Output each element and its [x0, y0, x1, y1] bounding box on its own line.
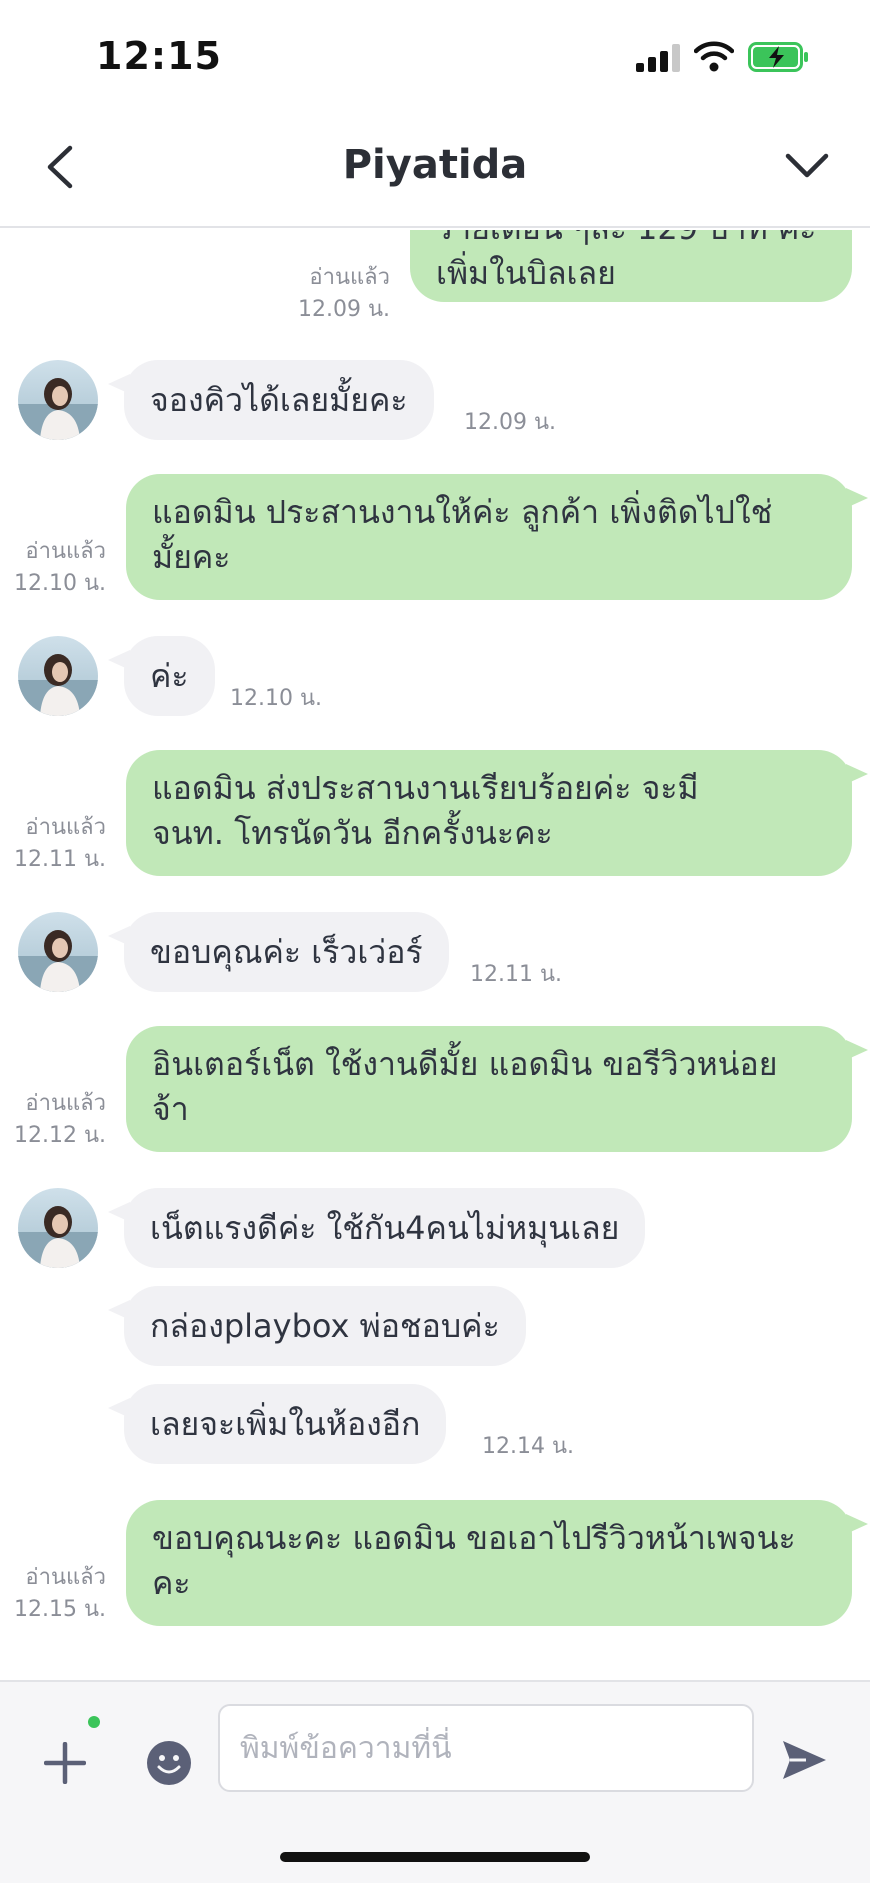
message-text: เน็ตแรงดีค่ะ ใช้กัน4คนไม่หมุนเลย [150, 1209, 620, 1247]
message-text: ขอบคุณค่ะ เร็วเว่อร์ [150, 933, 423, 971]
chat-title[interactable]: Piyatida [0, 142, 870, 188]
send-icon[interactable] [780, 1738, 828, 1782]
message-input[interactable] [218, 1704, 754, 1792]
message-text: จ้า [152, 1090, 189, 1128]
chat-header: Piyatida [0, 110, 870, 228]
notification-dot [88, 1716, 100, 1728]
message-bubble-incoming[interactable]: ขอบคุณค่ะ เร็วเว่อร์ [108, 912, 449, 992]
message-bubble-outgoing[interactable]: อินเตอร์เน็ต ใช้งานดีมั้ย แอดมิน ขอรีวิว… [126, 1026, 868, 1152]
message-time: 12.11 น. [13, 847, 106, 872]
plus-icon[interactable] [44, 1742, 86, 1784]
home-indicator [280, 1852, 590, 1862]
status-bar: 12:15 [0, 0, 870, 110]
read-receipt: อ่านแล้ว [25, 1565, 106, 1590]
message-text: อินเตอร์เน็ต ใช้งานดีมั้ย แอดมิน ขอรีวิว… [152, 1045, 778, 1083]
message-bubble-outgoing[interactable]: แอดมิน ประสานงานให้ค่ะ ลูกค้า เพิ่งติดไป… [126, 474, 868, 600]
read-receipt: อ่านแล้ว [25, 815, 106, 840]
message-meta: อ่านแล้ว 12.09 น. [298, 262, 390, 326]
message-bubble-incoming[interactable]: กล่องplaybox พ่อชอบค่ะ [108, 1286, 526, 1366]
message-time: 12.12 น. [13, 1123, 106, 1148]
message-text: กล่องplaybox พ่อชอบค่ะ [150, 1307, 500, 1345]
message-text: ค่ะ [150, 657, 189, 695]
status-time: 12:15 [96, 34, 222, 78]
signal-icon [636, 44, 680, 72]
emoji-icon[interactable] [146, 1740, 192, 1786]
message-bubble-outgoing[interactable]: ขอบคุณนะคะ แอดมิน ขอเอาไปรีวิวหน้าเพจนะ … [126, 1500, 868, 1626]
message-time: 12.10 น. [230, 686, 323, 711]
chevron-down-icon[interactable] [784, 146, 830, 186]
message-meta: อ่านแล้ว 12.12 น. [14, 1088, 106, 1152]
message-text: มั้ยคะ [152, 538, 231, 576]
message-text: คะ [152, 1564, 191, 1602]
battery-icon [748, 42, 808, 72]
message-bubble-incoming[interactable]: จองคิวได้เลยมั้ยคะ [108, 360, 434, 440]
message-bubble-incoming[interactable]: ค่ะ [108, 636, 215, 716]
read-receipt: อ่านแล้ว [25, 1091, 106, 1116]
message-meta: อ่านแล้ว 12.11 น. [14, 812, 106, 876]
message-text: แอดมิน ส่งประสานงานเรียบร้อยค่ะ จะมี [152, 769, 699, 807]
message-time: 12.14 น. [482, 1434, 575, 1459]
wifi-icon [694, 41, 734, 72]
message-bubble-incoming[interactable]: เน็ตแรงดีค่ะ ใช้กัน4คนไม่หมุนเลย [107, 1188, 646, 1268]
message-text: จนท. โทรนัดวัน อีกครั้งนะคะ [152, 814, 553, 852]
message-bubble-outgoing[interactable]: แอดมิน ส่งประสานงานเรียบร้อยค่ะ จะมี จนท… [126, 750, 868, 876]
message-text: รายเดือน ๆละ 129 บาท ค่ะ [436, 230, 826, 251]
message-meta: อ่านแล้ว 12.10 น. [14, 536, 106, 600]
message-time: 12.09 น. [464, 410, 557, 435]
message-text: ขอบคุณนะคะ แอดมิน ขอเอาไปรีวิวหน้าเพจนะ [152, 1519, 796, 1557]
message-time: 12.15 น. [13, 1597, 106, 1622]
message-time: 12.09 น. [297, 297, 390, 322]
avatar[interactable] [18, 360, 98, 440]
avatar[interactable] [18, 1188, 98, 1268]
message-list[interactable]: รายเดือน ๆละ 129 บาท ค่ะ เพิ่มในบิลเลย อ… [0, 230, 870, 1680]
read-receipt: อ่านแล้ว [309, 265, 390, 290]
message-bubble-outgoing[interactable]: รายเดือน ๆละ 129 บาท ค่ะ เพิ่มในบิลเลย [410, 230, 852, 302]
input-bar [0, 1680, 870, 1883]
message-text: เลยจะเพิ่มในห้องอีก [150, 1405, 421, 1443]
message-bubble-incoming[interactable]: เลยจะเพิ่มในห้องอีก [107, 1384, 447, 1464]
avatar[interactable] [18, 912, 98, 992]
message-meta: อ่านแล้ว 12.15 น. [14, 1562, 106, 1626]
read-receipt: อ่านแล้ว [25, 539, 106, 564]
message-text: เพิ่มในบิลเลย [436, 254, 616, 292]
message-text: จองคิวได้เลยมั้ยคะ [150, 381, 408, 419]
message-time: 12.10 น. [13, 571, 106, 596]
message-text: แอดมิน ประสานงานให้ค่ะ ลูกค้า เพิ่งติดไป… [152, 493, 773, 531]
avatar[interactable] [18, 636, 98, 716]
message-time: 12.11 น. [470, 962, 563, 987]
